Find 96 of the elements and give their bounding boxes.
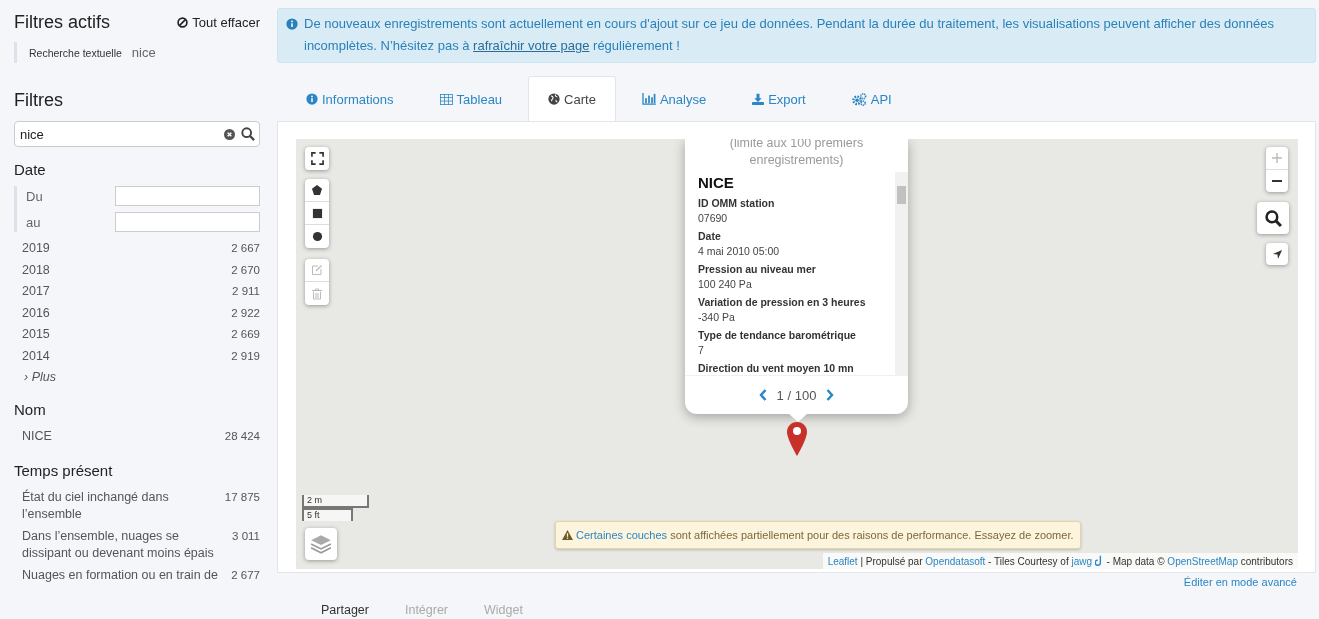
field-label: ID OMM station [698,197,776,209]
tab[interactable]: Export [732,76,826,121]
tab[interactable]: Tableau [419,76,523,121]
square-icon [311,207,323,219]
field-value: 07690 [698,212,729,224]
clear-icon[interactable] [224,128,235,140]
fullscreen-icon [310,152,324,165]
facet-option[interactable]: État du ciel inchangé dans l’ensemble [22,488,215,524]
facet-title: Date [14,161,47,178]
field-value: 7 [698,344,705,356]
filter-label: Recherche textuelle [29,46,122,59]
facet-title: Temps présent [14,461,114,479]
field-value: -340 Pa [698,311,736,323]
field-label: Type de tendance barométrique [698,329,857,341]
info-icon [286,18,298,30]
pentagon-icon [311,184,323,196]
layers-link[interactable]: Certaines couches [576,529,668,541]
facet-option[interactable]: NICE [22,428,52,446]
minus-icon [1272,180,1282,182]
attribution-link[interactable]: Opendatasoft [925,556,986,567]
field-label: Pression au niveau mer [698,263,817,275]
info-icon [306,93,318,105]
search-field[interactable]: nice [14,121,260,147]
facet-count: 2 667 [231,241,260,256]
more-link[interactable]: › Plus [14,367,260,387]
notice-message: Certaines couches sont affichées partiellement pour des raisons de performance. Essayez de zoomer. [576,529,1074,541]
warning-icon [562,530,573,540]
gears-icon [851,92,867,106]
filter-value[interactable]: nice [131,45,156,60]
facet-count: 2 669 [231,327,260,342]
map-attribution: Leaflet | Propulsé par Opendatasoft - Tiles Courtesy of jawg - Map data © OpenStreetMap contributors [822,553,1298,569]
layers-icon [310,534,332,554]
table-icon [439,93,453,105]
facet-option[interactable]: Nuages en formation ou en train de [22,566,218,584]
facet-count: 2 670 [231,262,260,278]
field-label: Date [698,230,722,242]
edit-icon [311,264,323,276]
facet-count: 2 677 [231,567,260,583]
facet-count: 17 875 [224,489,260,505]
banner-message: De nouveaux enregistrements sont actuellement en cours d'ajout sur ce jeu de données. Pendant la durée du traitement, les visualisations peuvent afficher des données incomplètes. N’hésitez pas à rafraîchir votre page régulièrement ! [304,15,1275,55]
facet-option[interactable]: 2014 [22,347,50,365]
tab[interactable]: Informations [286,76,414,121]
globe-icon [548,93,561,105]
download-icon [752,93,765,105]
drop-icon [1094,555,1104,567]
facet-title: Nom [14,401,47,418]
tab[interactable]: Carte [528,76,616,121]
facet-option[interactable]: 2015 [22,326,50,344]
field-label: Direction du vent moyen 10 mn [698,362,855,374]
date-field[interactable] [115,186,260,206]
facet-option[interactable]: 2016 [22,304,50,322]
scrollbar[interactable] [895,172,908,375]
layers-button[interactable] [305,528,337,560]
clear-all-link[interactable]: Tout effacer [177,15,260,30]
scale-label: 5 ft [302,508,353,521]
facet-count: 2 911 [232,284,260,299]
locate-button[interactable] [1266,243,1288,265]
page-indicator: 1 / 100 [776,387,817,403]
panel-title: Filtres [14,90,64,111]
facet-count: 3 011 [232,528,260,544]
refresh-link[interactable]: rafraîchir votre page [473,38,590,53]
tab[interactable]: API [831,76,912,121]
bar-chart-icon [641,93,656,105]
facet-option[interactable]: 2018 [22,261,50,279]
tab[interactable]: Partager [303,603,387,617]
circle-icon [311,231,323,242]
search-icon [1264,209,1282,227]
ban-icon [177,17,189,28]
attribution-link[interactable]: OpenStreetMap [1167,556,1238,567]
facet-count: 2 919 [231,348,260,364]
search-button[interactable] [1257,202,1289,234]
location-arrow-icon [1271,248,1283,260]
attribution-link[interactable]: Leaflet [827,556,858,567]
scale-label: 2 m [302,495,369,508]
range-label: au [26,214,41,230]
facet-count: 2 922 [231,305,260,321]
trash-icon [311,287,323,300]
map-marker-icon[interactable] [786,421,808,457]
facet-count: 28 424 [224,429,260,444]
panel-title: Filtres actifs [14,12,110,33]
advanced-edit-link[interactable]: Éditer en mode avancé [1183,576,1297,588]
popup-title: NICE [698,174,735,191]
tab[interactable]: Analyse [621,76,727,121]
range-label: Du [26,188,43,204]
facet-option[interactable]: Dans l’ensemble, nuages se dissipant ou devenant moins épais [22,527,223,563]
chevron-right-icon [826,389,835,401]
facet-option[interactable]: 2019 [22,240,50,258]
facet-option[interactable]: 2017 [22,283,50,301]
search-icon[interactable] [241,127,255,141]
date-field[interactable] [115,212,260,232]
attribution-link[interactable]: jawg [1071,556,1093,567]
field-value: 4 mai 2010 05:00 [698,245,781,257]
field-label: Variation de pression en 3 heures [698,296,867,308]
plus-icon [1272,153,1282,163]
field-value: 100 240 Pa [698,278,753,290]
chevron-left-icon [758,389,767,401]
